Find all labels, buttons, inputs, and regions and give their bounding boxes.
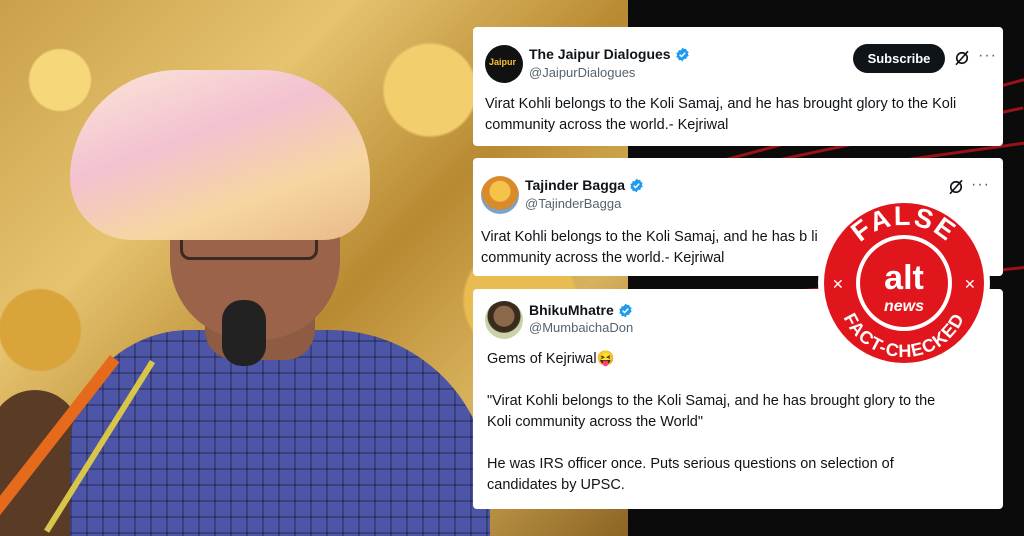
- tweet-card[interactable]: Jaipur The Jaipur Dialogues @JaipurDialo…: [473, 27, 1003, 146]
- verified-badge-icon: [630, 178, 643, 192]
- speaker-turban: [70, 70, 370, 240]
- author-row: The Jaipur Dialogues: [529, 46, 690, 62]
- stamp-x-right-icon: ✕: [964, 277, 976, 293]
- more-options-button[interactable]: ···: [978, 47, 997, 65]
- tweet-text: Gems of Kejriwal😝 "Virat Kohli belongs t…: [487, 351, 936, 493]
- author-name[interactable]: The Jaipur Dialogues: [529, 46, 671, 62]
- subscribe-button[interactable]: Subscribe: [853, 44, 945, 73]
- avatar[interactable]: [485, 301, 523, 339]
- more-options-button[interactable]: ···: [971, 176, 990, 194]
- avatar[interactable]: [481, 176, 519, 214]
- verified-badge-icon: [675, 47, 689, 61]
- verified-badge-icon: [619, 303, 632, 317]
- stamp-logo-news: news: [884, 298, 924, 315]
- tweet-text: Virat Kohli belongs to the Koli Samaj, a…: [485, 96, 957, 133]
- grok-icon[interactable]: [953, 49, 971, 67]
- microphone: [222, 300, 266, 366]
- author-handle: @JaipurDialogues: [529, 65, 636, 80]
- stamp-x-left-icon: ✕: [832, 277, 844, 293]
- grok-icon[interactable]: [947, 178, 965, 196]
- author-handle: @TajinderBagga: [525, 196, 622, 211]
- author-handle: @MumbaichaDon: [529, 320, 634, 335]
- false-fact-checked-stamp: FALSE FACT-CHECKED ✕ ✕ alt news: [818, 197, 990, 369]
- author-name[interactable]: BhikuMhatre: [529, 302, 614, 318]
- author-name[interactable]: Tajinder Bagga: [525, 177, 625, 193]
- author-row: BhikuMhatre: [529, 302, 633, 318]
- avatar-logo-text: Jaipur: [489, 57, 517, 67]
- stamp-logo-alt: alt: [884, 259, 924, 297]
- speaker-shirt: [70, 330, 490, 536]
- author-row: Tajinder Bagga: [525, 177, 644, 193]
- avatar[interactable]: Jaipur: [485, 45, 523, 83]
